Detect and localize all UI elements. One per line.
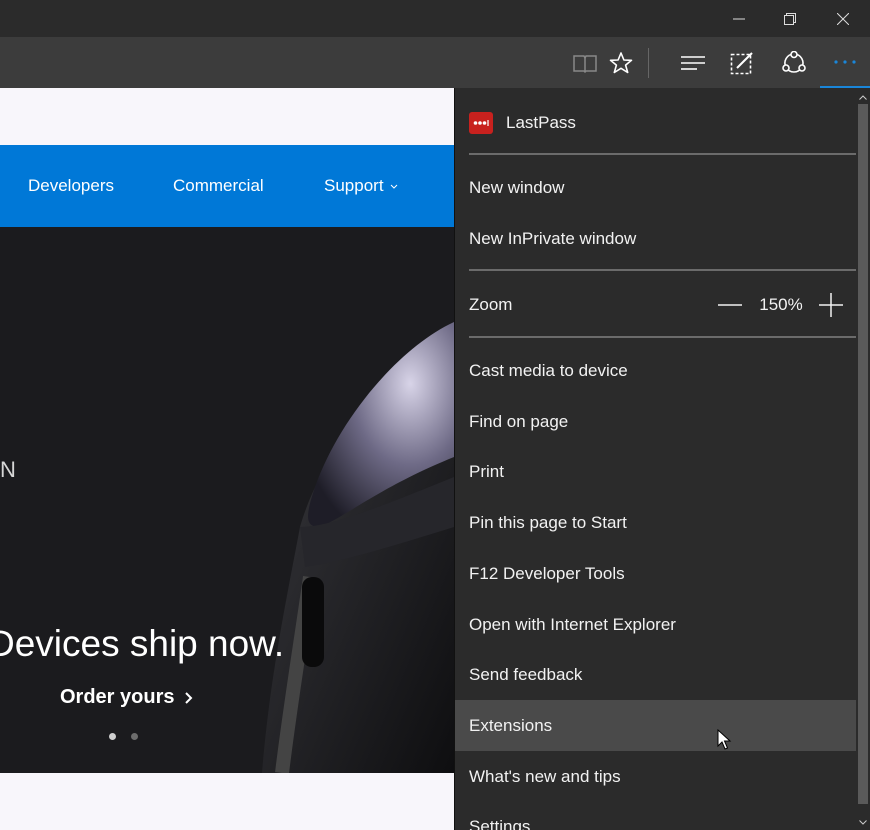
menu-item-label: LastPass [506, 112, 576, 132]
scroll-up-button[interactable] [856, 90, 870, 104]
close-button[interactable] [818, 0, 868, 37]
close-icon [837, 12, 849, 25]
menu-item-lastpass[interactable]: LastPass [455, 97, 857, 148]
chevron-down-icon [390, 184, 398, 189]
hub-button[interactable] [670, 37, 716, 88]
zoom-level: 150% [759, 295, 803, 314]
menu-item-new-inprivate-window[interactable]: New InPrivate window [455, 213, 857, 264]
more-actions-menu: LastPass New window New InPrivate window… [454, 88, 857, 830]
chevron-down-icon [859, 819, 867, 825]
menu-item-zoom: Zoom 150% [455, 279, 857, 330]
menu-separator [469, 336, 856, 338]
menu-item-pin-to-start[interactable]: Pin this page to Start [455, 497, 857, 548]
menu-item-f12-developer-tools[interactable]: F12 Developer Tools [455, 548, 857, 599]
site-nav-bar: Developers Commercial Support [0, 145, 454, 227]
web-note-icon [730, 51, 753, 74]
menu-item-new-window[interactable]: New window [455, 162, 857, 213]
order-yours-link[interactable]: Order yours [60, 686, 194, 709]
more-actions-button[interactable] [820, 37, 870, 88]
hero-headline: Devices ship now. [0, 623, 285, 664]
nav-link-developers[interactable]: Developers [28, 145, 114, 227]
order-yours-label: Order yours [60, 686, 175, 708]
menu-item-extensions[interactable]: Extensions [455, 700, 857, 751]
nav-link-commercial[interactable]: Commercial [173, 145, 264, 227]
minus-icon [718, 303, 742, 306]
scroll-down-button[interactable] [856, 815, 870, 829]
restore-icon [784, 12, 796, 25]
zoom-out-button[interactable] [717, 279, 743, 330]
toolbar-separator [648, 48, 649, 78]
menu-item-print[interactable]: Print [455, 446, 857, 497]
hero-banner: N Devices ship now. Order yours [0, 227, 454, 773]
menu-item-open-with-ie[interactable]: Open with Internet Explorer [455, 599, 857, 650]
minimize-icon [733, 18, 745, 19]
menu-item-cast-media[interactable]: Cast media to device [455, 345, 857, 396]
nav-link-support[interactable]: Support [324, 145, 398, 227]
zoom-label: Zoom [469, 294, 513, 314]
favorite-star-icon [609, 51, 633, 73]
lastpass-icon [469, 111, 493, 134]
carousel-dot-1[interactable] [109, 733, 116, 740]
nav-link-support-label: Support [324, 176, 384, 195]
menu-separator [469, 153, 856, 155]
favorites-button[interactable] [598, 37, 644, 88]
scroll-thumb[interactable] [858, 104, 868, 804]
reading-view-icon [573, 54, 597, 73]
menu-item-whats-new[interactable]: What's new and tips [455, 751, 857, 802]
minimize-button[interactable] [714, 0, 764, 37]
share-icon [782, 50, 806, 73]
hero-partial-text: N [0, 457, 17, 482]
web-page-viewport: Developers Commercial Support N Devices … [0, 88, 454, 830]
hub-icon [681, 55, 705, 70]
plus-icon [819, 292, 843, 317]
chevron-up-icon [859, 94, 867, 100]
menu-item-settings[interactable]: Settings [455, 801, 857, 830]
browser-toolbar [0, 37, 870, 88]
more-actions-icon [834, 59, 856, 64]
chevron-right-icon [185, 692, 193, 704]
menu-separator [469, 269, 856, 271]
share-button[interactable] [771, 37, 817, 88]
mouse-cursor-icon [717, 729, 732, 750]
web-note-button[interactable] [719, 37, 765, 88]
restore-button[interactable] [765, 0, 815, 37]
title-bar [0, 0, 870, 37]
menu-item-find-on-page[interactable]: Find on page [455, 396, 857, 447]
carousel-dot-2[interactable] [131, 733, 138, 740]
menu-scrollbar[interactable] [856, 88, 870, 830]
menu-item-send-feedback[interactable]: Send feedback [455, 649, 857, 700]
zoom-in-button[interactable] [817, 279, 845, 330]
